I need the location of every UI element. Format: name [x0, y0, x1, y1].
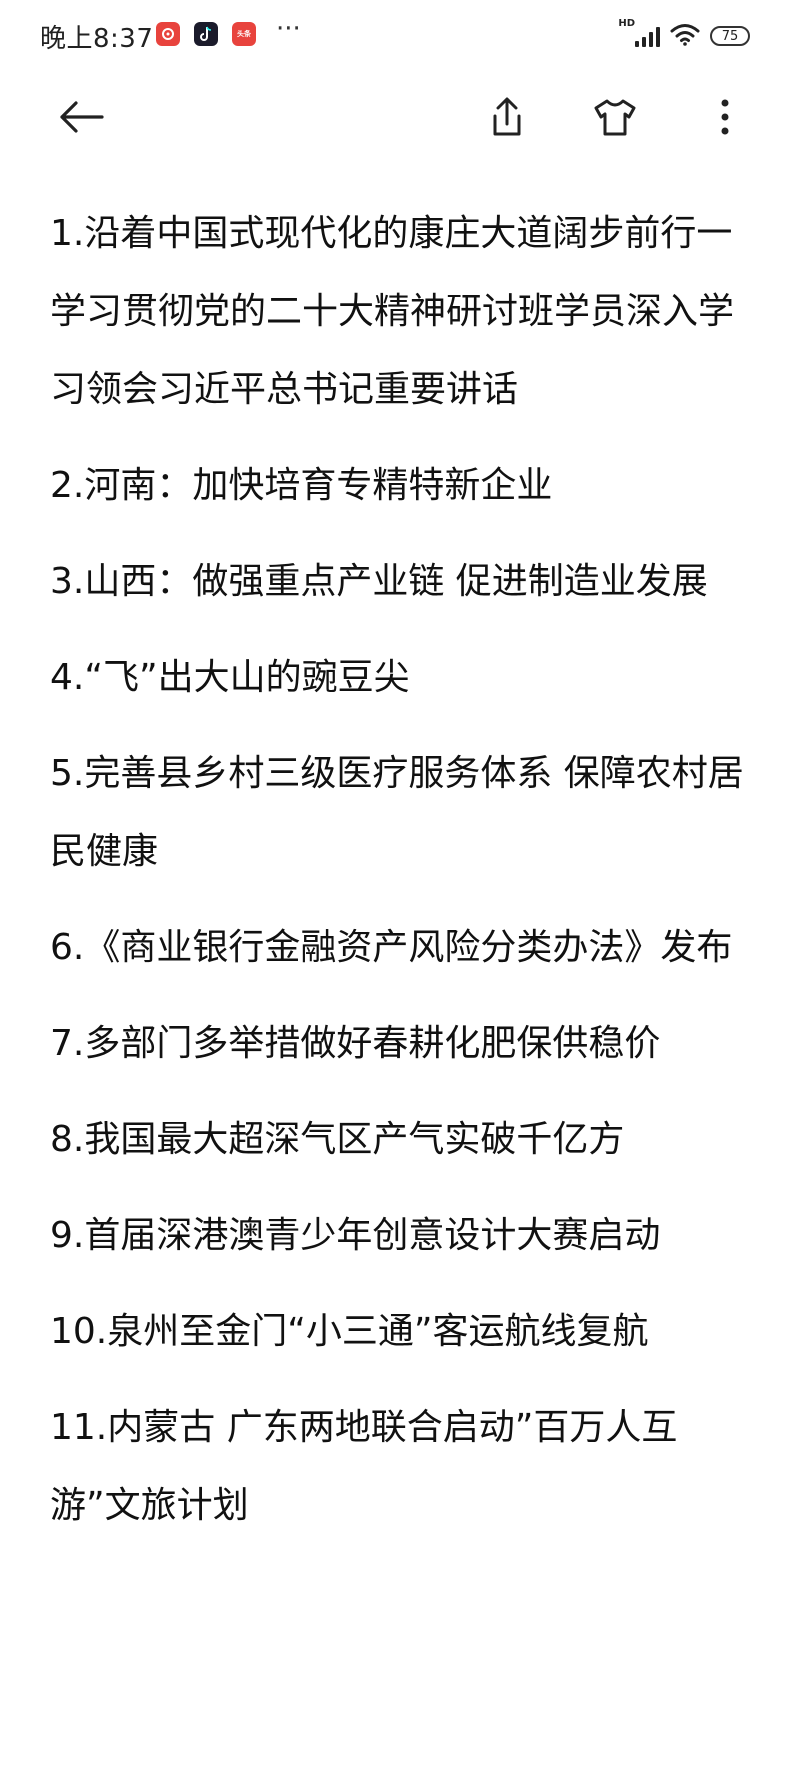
list-item: 6.《商业银行金融资产风险分类办法》发布 — [50, 927, 733, 968]
app-toolbar — [0, 72, 800, 162]
list-item: 8.我国最大超深气区产气实破千亿方 — [50, 1119, 625, 1160]
netease-music-icon — [156, 22, 180, 46]
list-item: 11.内蒙古 广东两地联合启动”百万人互游”文旅计划 — [50, 1407, 678, 1526]
share-icon — [493, 97, 521, 136]
list-item: 7.多部门多举措做好春耕化肥保供稳价 — [50, 1023, 661, 1064]
toutiao-icon: 头条 — [232, 22, 256, 46]
hd-label: HD — [618, 18, 635, 29]
back-button[interactable] — [54, 90, 108, 144]
list-item: 5.完善县乡村三级医疗服务体系 保障农村居民健康 — [50, 753, 744, 872]
headline-list: 1.沿着中国式现代化的康庄大道阔步前行一学习贯彻党的二十大精神研讨班学员深入学习… — [50, 195, 760, 1563]
tiktok-icon — [194, 22, 218, 46]
more-vertical-icon — [721, 99, 729, 135]
shirt-icon — [594, 99, 636, 136]
list-item: 9.首届深港澳青少年创意设计大赛启动 — [50, 1215, 661, 1256]
status-time: 晚上8:37 — [40, 24, 154, 54]
list-item: 2.河南：加快培育专精特新企业 — [50, 465, 553, 506]
signal-icon — [635, 25, 660, 47]
battery-icon: 75 — [710, 26, 750, 46]
list-item: 1.沿着中国式现代化的康庄大道阔步前行一学习贯彻党的二十大精神研讨班学员深入学习… — [50, 213, 735, 410]
list-item: 10.泉州至金门“小三通”客运航线复航 — [50, 1311, 649, 1352]
theme-button[interactable] — [588, 90, 642, 144]
share-button[interactable] — [480, 90, 534, 144]
list-item: 4.“飞”出大山的豌豆尖 — [50, 657, 410, 698]
list-item: 3.山西：做强重点产业链 促进制造业发展 — [50, 561, 708, 602]
more-options-button[interactable] — [698, 90, 752, 144]
wifi-icon — [670, 22, 700, 50]
battery-level: 75 — [721, 28, 739, 44]
back-arrow-icon — [60, 101, 104, 133]
status-bar: 晚上8:37 头条 ··· HD 75 — [0, 0, 800, 72]
more-notifications-icon: ··· — [276, 14, 301, 44]
